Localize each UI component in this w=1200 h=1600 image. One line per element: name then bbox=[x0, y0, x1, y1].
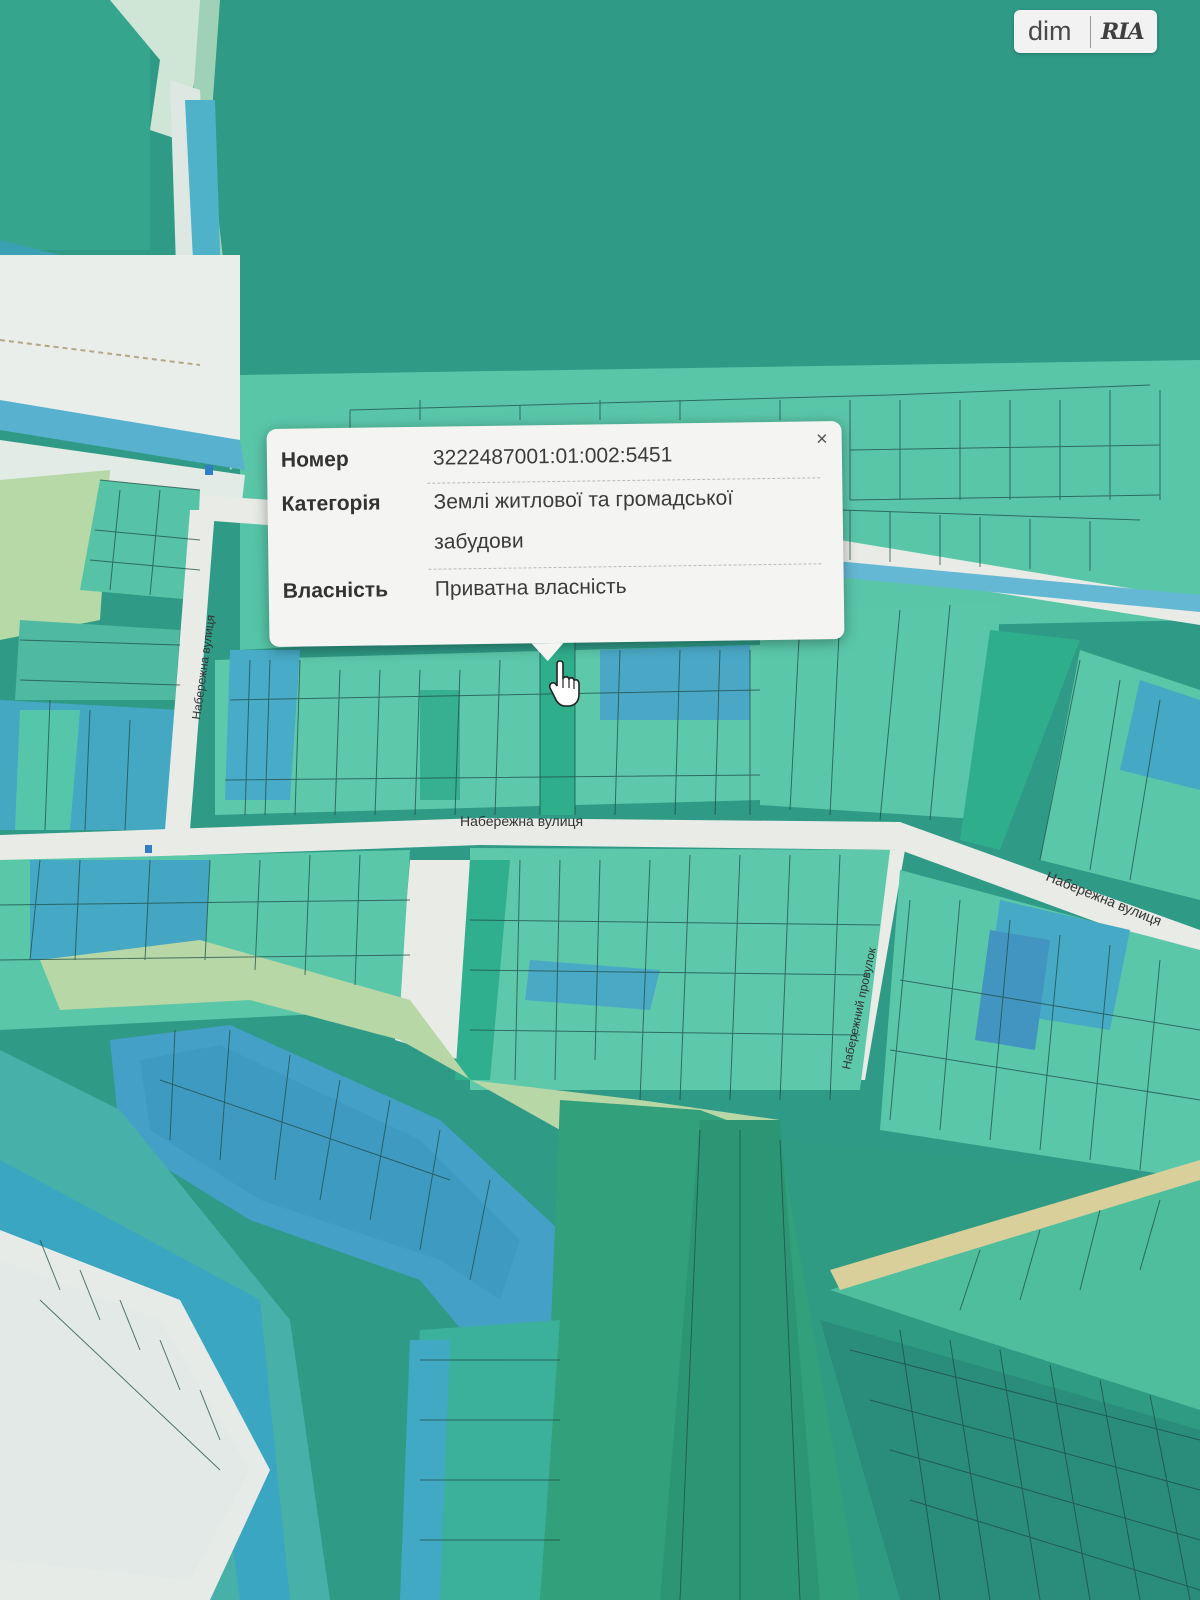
parcel-info-popup: × Номер 3222487001:01:002:5451 Категорія… bbox=[266, 420, 845, 662]
land-category: Землі житлової та громадської забудови bbox=[433, 486, 734, 554]
ownership-type: Приватна власність bbox=[434, 575, 627, 601]
info-key: Власність bbox=[282, 578, 389, 603]
info-key: Номер bbox=[280, 447, 349, 472]
logo-ria-text: RIA bbox=[1101, 18, 1145, 45]
info-row-number: Номер 3222487001:01:002:5451 bbox=[281, 433, 825, 481]
info-key: Категорія bbox=[281, 491, 381, 516]
street-label: Набережна вулиця bbox=[460, 813, 583, 829]
hand-pointer-icon bbox=[548, 660, 580, 707]
cadastral-map[interactable]: Набережна вулиця Набережна вулиця Набере… bbox=[0, 0, 1200, 1600]
cadastral-number: 3222487001:01:002:5451 bbox=[432, 443, 673, 470]
popup-pointer bbox=[531, 642, 564, 662]
info-row-ownership: Власність Приватна власність bbox=[283, 564, 827, 612]
logo-dim-text: dim bbox=[1028, 16, 1072, 46]
dim-ria-logo: dim RIA bbox=[1014, 10, 1157, 53]
info-row-category: Категорія Землі житлової та громадської … bbox=[281, 477, 825, 565]
